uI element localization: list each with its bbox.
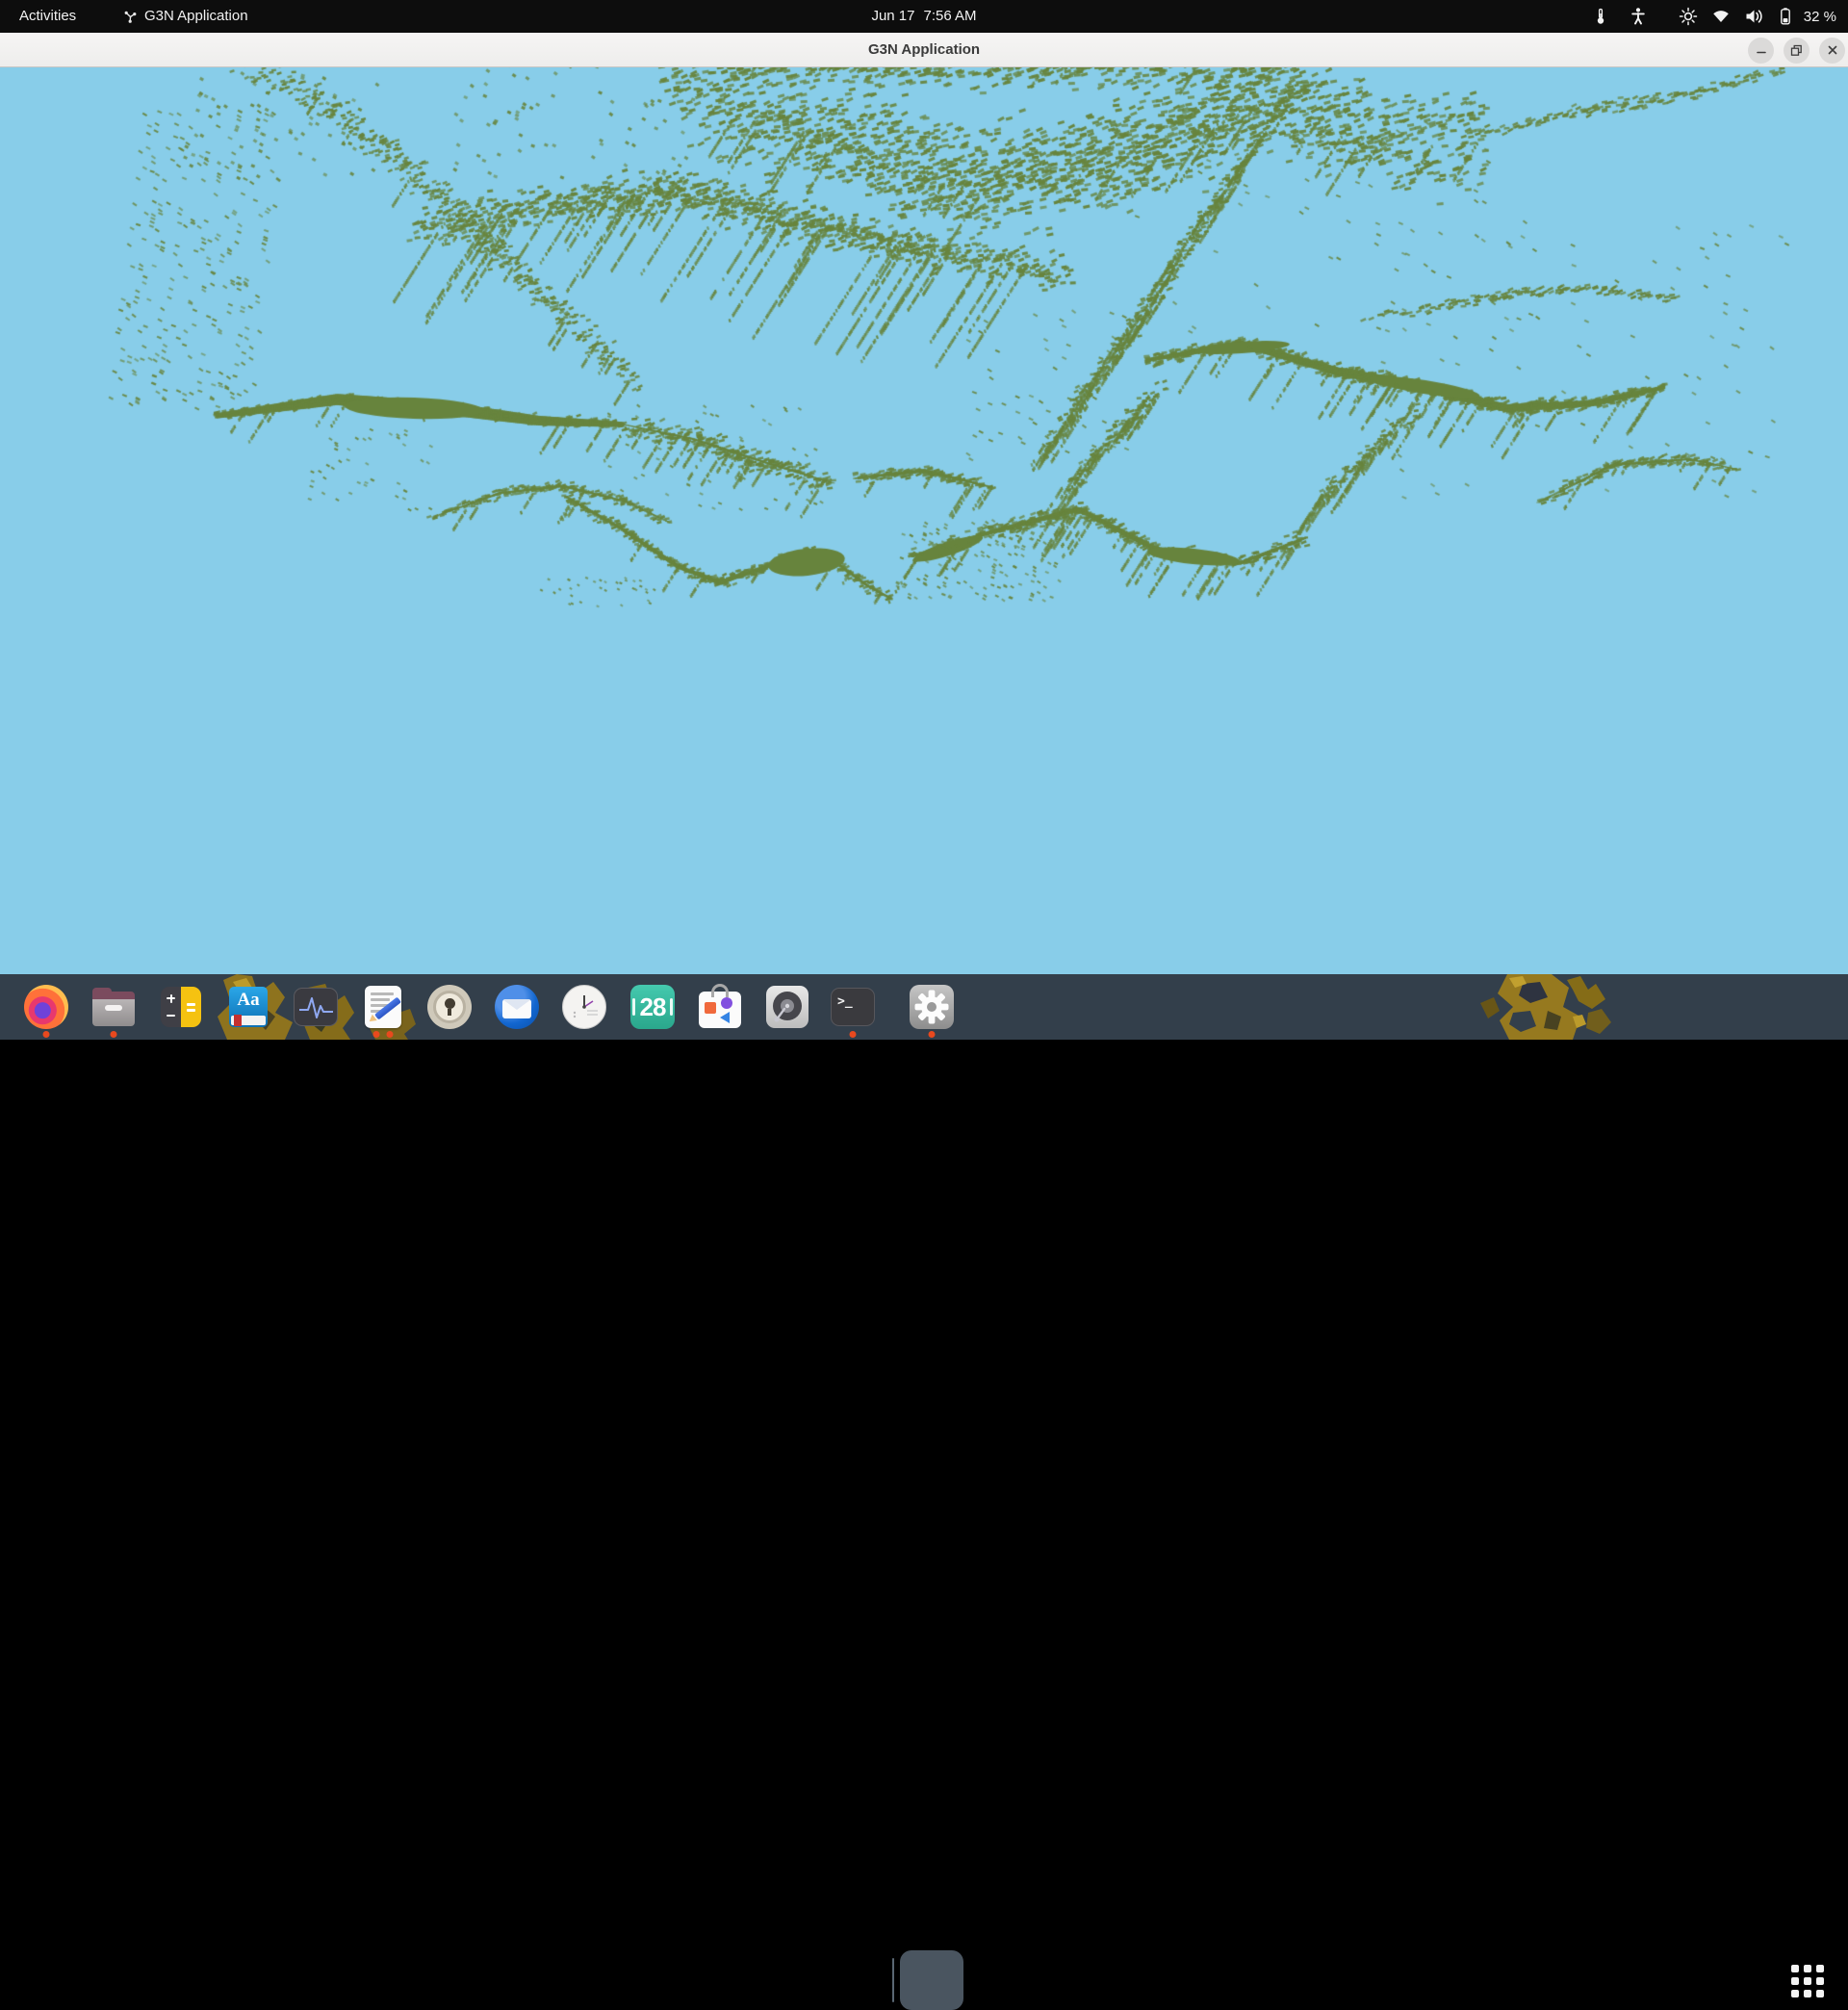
dock-item-clocks[interactable] [561,984,607,1030]
dock-item-firefox[interactable] [23,984,69,1030]
battery-percentage: 32 % [1804,9,1840,25]
running-indicator [387,1031,394,1038]
running-indicator [43,1031,50,1038]
dock-separator [892,1958,894,2002]
terrain-viewport[interactable] [0,67,1848,974]
disks-icon [766,986,808,1028]
volume-icon [1744,0,1764,33]
window-title: G3N Application [0,33,1848,67]
running-indicator [111,1031,117,1038]
dock-item-software[interactable] [697,984,743,1030]
dock-item-dictionary[interactable]: Aa [225,984,271,1030]
dock: Aa [0,974,1848,1040]
accessibility-icon [1630,0,1647,33]
firefox-icon [24,985,68,1029]
g3n-app-icon [123,10,138,24]
close-button[interactable] [1819,38,1845,64]
activities-button[interactable]: Activities [10,0,86,33]
dock-item-calendar[interactable]: 28 [629,984,676,1030]
dock-item-thunderbird[interactable] [494,984,540,1030]
clock-date: Jun 17 [871,0,914,33]
app-menu-button[interactable]: G3N Application [114,0,258,33]
dock-item-calculator[interactable] [158,984,204,1030]
focused-app-highlight [900,1950,963,2010]
dock-item-disks[interactable] [764,984,810,1030]
thunderbird-icon [495,985,539,1029]
clock-time: 7:56 AM [924,0,977,33]
running-indicator [850,1031,857,1038]
terminal-icon: >_ [831,988,875,1026]
thermometer-icon [1593,0,1608,33]
battery-icon [1778,0,1793,33]
software-icon [699,992,741,1028]
system-tray[interactable]: 32 % [1593,0,1840,33]
running-indicator [929,1031,936,1038]
brightness-icon [1679,0,1698,33]
settings-gear-icon [910,985,954,1029]
dock-item-files[interactable] [90,984,137,1030]
calculator-icon [161,987,201,1027]
minimize-button[interactable] [1748,38,1774,64]
dock-item-password-manager[interactable] [426,984,473,1030]
running-indicator [373,1031,380,1038]
clocks-icon [562,985,606,1029]
desktop-model-gold-right [1480,974,1634,1040]
clock-button[interactable]: Jun 17 7:56 AM [871,0,976,33]
wifi-icon [1711,0,1731,33]
restore-button[interactable] [1784,38,1810,64]
dock-item-terminal[interactable]: >_ [830,984,876,1030]
dock-item-system-monitor[interactable] [293,984,339,1030]
top-bar: Activities G3N Application Jun 17 7:56 A… [0,0,1848,33]
files-icon [92,992,135,1026]
app-menu-label: G3N Application [144,0,248,33]
dock-item-settings[interactable] [909,984,955,1030]
text-editor-icon [365,986,401,1028]
calendar-day: 28 [640,992,666,1022]
show-applications-button[interactable] [1791,1965,1824,1997]
system-monitor-icon [294,988,338,1026]
password-manager-icon [427,985,472,1029]
dictionary-icon: Aa [229,987,268,1027]
window-titlebar[interactable]: G3N Application [0,33,1848,67]
dock-item-text-editor[interactable] [360,984,406,1030]
calendar-icon: 28 [630,985,675,1029]
